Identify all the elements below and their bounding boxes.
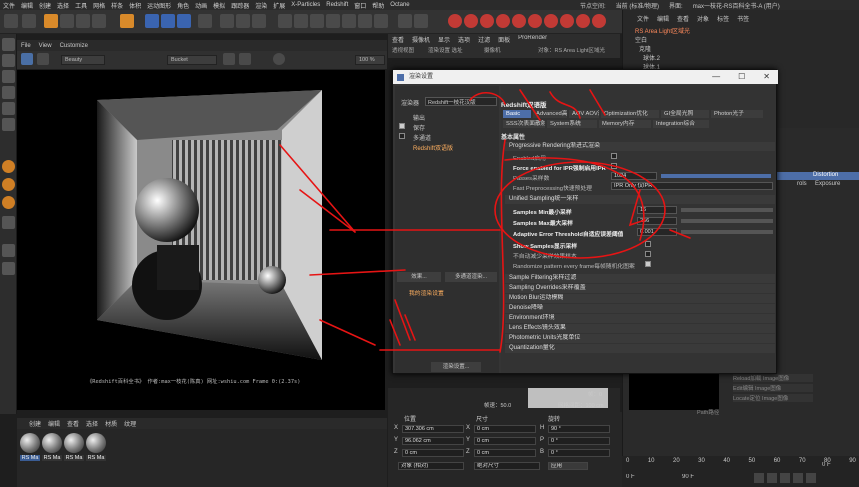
annotation-arrow: [319, 319, 376, 346]
annotation-arrow: [299, 189, 356, 233]
annotation-arrow: [309, 269, 406, 276]
annotation-ellipse: [494, 161, 666, 259]
annotation-scribble: [469, 89, 606, 121]
annotation-bracket: [499, 139, 506, 353]
annotation-curve: [504, 157, 645, 241]
annotation-arrow: [279, 144, 356, 233]
annotation-arrow: [389, 299, 416, 346]
annotation-arrow: [669, 229, 691, 239]
annotation-overlay: [279, 89, 691, 353]
